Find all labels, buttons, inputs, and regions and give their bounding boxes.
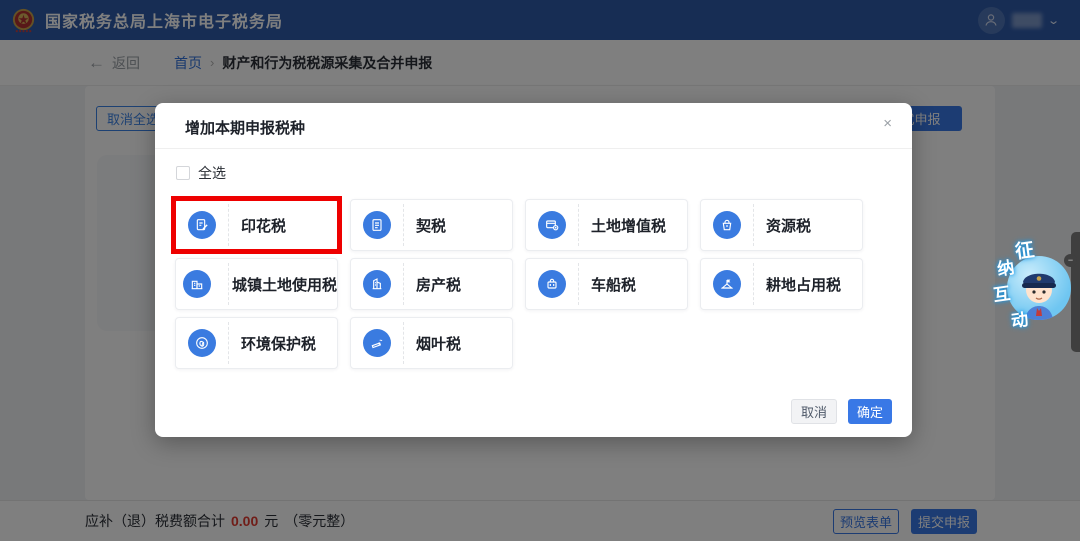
collapse-handle-icon[interactable]: − bbox=[1064, 254, 1077, 267]
right-edge-toolbar[interactable]: − bbox=[1071, 232, 1080, 352]
urban-land-use-tax-icon bbox=[183, 270, 211, 298]
tax-label: 耕地占用税 bbox=[766, 274, 841, 295]
tax-card-vehicle-vessel[interactable]: 车船税 bbox=[525, 258, 688, 310]
farmland-occupation-tax-icon bbox=[713, 270, 741, 298]
tax-label: 契税 bbox=[416, 215, 446, 236]
deed-tax-icon bbox=[363, 211, 391, 239]
tax-interaction-assistant-widget[interactable]: 征 纳 互 动 bbox=[995, 240, 1073, 332]
tax-label: 土地增值税 bbox=[591, 215, 666, 236]
select-all-checkbox[interactable] bbox=[176, 166, 190, 180]
tax-label: 房产税 bbox=[416, 274, 461, 295]
tax-label: 烟叶税 bbox=[416, 333, 461, 354]
tax-label: 环境保护税 bbox=[241, 333, 316, 354]
tax-card-resource[interactable]: 资源税 bbox=[700, 199, 863, 251]
stamp-tax-icon bbox=[188, 211, 216, 239]
tax-card-house-property[interactable]: 房产税 bbox=[350, 258, 513, 310]
dialog-divider bbox=[155, 148, 912, 149]
dialog-title: 增加本期申报税种 bbox=[185, 117, 305, 138]
assistant-label-char: 互 bbox=[991, 279, 1011, 306]
tax-label: 车船税 bbox=[591, 274, 636, 295]
tax-card-stamp[interactable]: 印花税 bbox=[175, 199, 338, 251]
tax-card-farmland-occupation[interactable]: 耕地占用税 bbox=[700, 258, 863, 310]
select-all-label: 全选 bbox=[198, 163, 226, 183]
tax-card-urban-land-use[interactable]: 城镇土地使用税 bbox=[175, 258, 338, 310]
confirm-button[interactable]: 确定 bbox=[848, 399, 892, 424]
resource-tax-icon bbox=[713, 211, 741, 239]
tax-type-grid: 印花税 契税 土地增值税 资源税 bbox=[175, 199, 892, 369]
assistant-label-char: 动 bbox=[1009, 305, 1029, 332]
tax-label: 城镇土地使用税 bbox=[232, 274, 337, 295]
tax-card-land-appreciation[interactable]: 土地增值税 bbox=[525, 199, 688, 251]
add-tax-types-dialog: 增加本期申报税种 × 全选 印花税 契税 土地增值税 bbox=[155, 103, 912, 437]
tax-card-deed[interactable]: 契税 bbox=[350, 199, 513, 251]
cancel-button[interactable]: 取消 bbox=[791, 399, 837, 424]
assistant-label-char: 征 bbox=[1013, 235, 1036, 264]
tax-card-environment-protection[interactable]: 环境保护税 bbox=[175, 317, 338, 369]
land-appreciation-tax-icon bbox=[538, 211, 566, 239]
tax-label: 印花税 bbox=[241, 215, 286, 236]
tax-card-tobacco-leaf[interactable]: 烟叶税 bbox=[350, 317, 513, 369]
vehicle-vessel-tax-icon bbox=[538, 270, 566, 298]
tobacco-leaf-tax-icon bbox=[363, 329, 391, 357]
close-icon[interactable]: × bbox=[883, 116, 892, 131]
tax-label: 资源税 bbox=[766, 215, 811, 236]
house-property-tax-icon bbox=[363, 270, 391, 298]
assistant-label-char: 纳 bbox=[995, 253, 1015, 280]
environment-protection-tax-icon bbox=[188, 329, 216, 357]
